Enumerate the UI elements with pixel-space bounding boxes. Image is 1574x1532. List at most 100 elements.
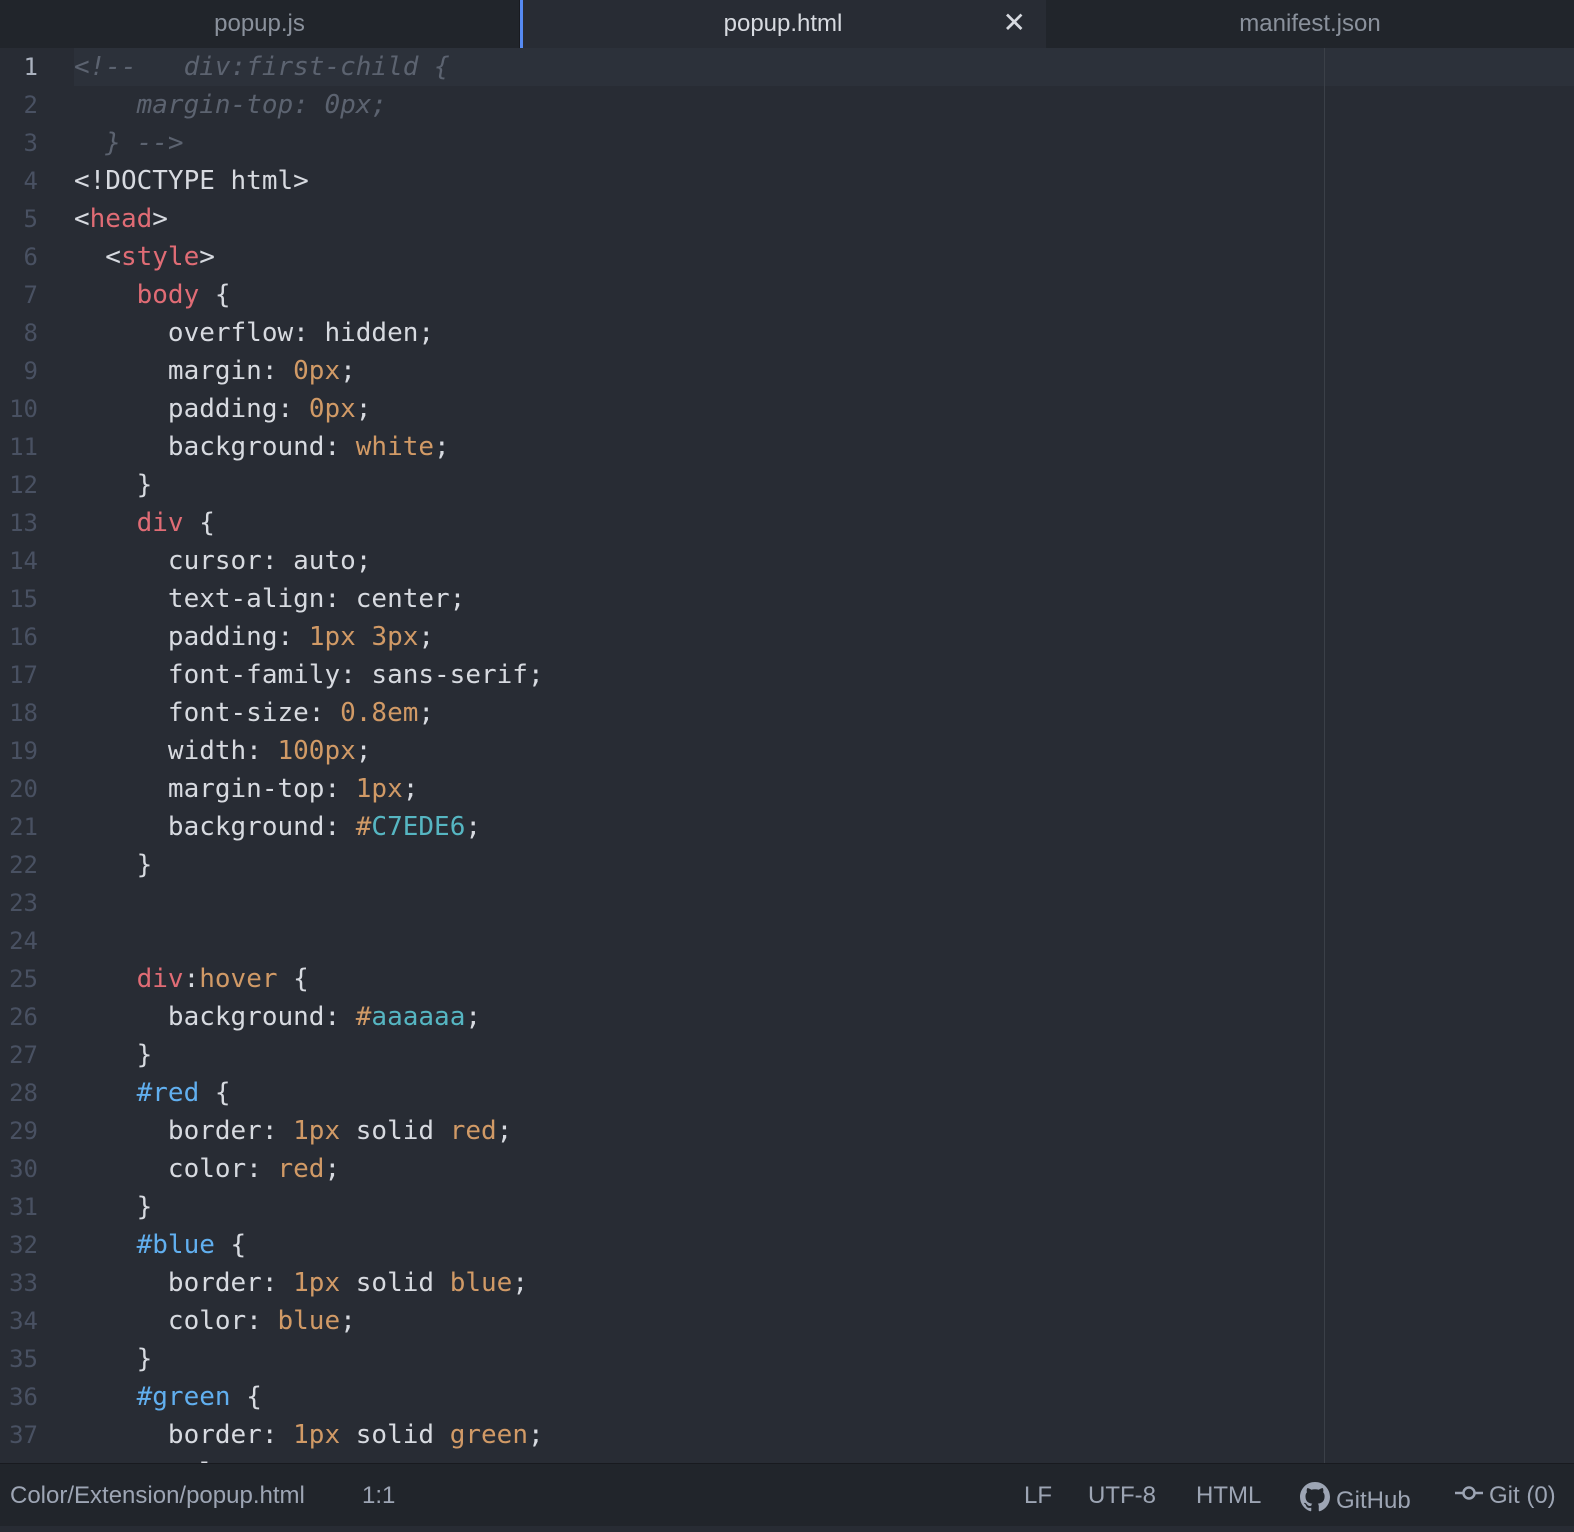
status-bar: Color/Extension/popup.html 1:1 LF UTF-8 … bbox=[0, 1463, 1574, 1526]
code-text: } bbox=[74, 1340, 153, 1378]
code-line[interactable]: 31 } bbox=[0, 1188, 1574, 1226]
code-line[interactable]: 19 width: 100px; bbox=[0, 732, 1574, 770]
code-line[interactable]: 18 font-size: 0.8em; bbox=[0, 694, 1574, 732]
tab-label: popup.html bbox=[723, 10, 843, 37]
cursor-position[interactable]: 1:1 bbox=[362, 1482, 395, 1510]
code-line[interactable]: 28 #red { bbox=[0, 1074, 1574, 1112]
tab-popup-html[interactable]: popup.html ✕ bbox=[520, 0, 1046, 48]
code-line[interactable]: 38 color: green; bbox=[0, 1454, 1574, 1463]
code-line[interactable]: 15 text-align: center; bbox=[0, 580, 1574, 618]
code-token: background: bbox=[74, 432, 356, 462]
code-token: hover bbox=[199, 964, 278, 994]
github-button[interactable]: GitHub bbox=[1300, 1482, 1411, 1519]
line-number: 22 bbox=[9, 851, 38, 879]
code-token: margin-top: bbox=[74, 774, 356, 804]
code-token: font-size: bbox=[74, 698, 341, 728]
code-line[interactable]: 11 background: white; bbox=[0, 428, 1574, 466]
code-line[interactable]: 12 } bbox=[0, 466, 1574, 504]
code-token: } bbox=[74, 1040, 153, 1070]
code-text: margin-top: 0px; bbox=[74, 86, 387, 124]
code-text: color: blue; bbox=[74, 1302, 356, 1340]
code-line[interactable]: 6 <style> bbox=[0, 238, 1574, 276]
code-token: 0px bbox=[293, 356, 341, 386]
line-number: 36 bbox=[9, 1383, 38, 1411]
code-line[interactable]: 7 body { bbox=[0, 276, 1574, 314]
code-token: ; bbox=[434, 432, 450, 462]
line-number: 9 bbox=[23, 357, 38, 385]
line-number: 28 bbox=[9, 1079, 38, 1107]
code-line[interactable]: 5 <head> bbox=[0, 200, 1574, 238]
code-line[interactable]: 30 color: red; bbox=[0, 1150, 1574, 1188]
code-text: background: #aaaaaa; bbox=[74, 998, 481, 1036]
code-token: padding: bbox=[74, 394, 309, 424]
code-line[interactable]: 34 color: blue; bbox=[0, 1302, 1574, 1340]
code-line[interactable]: 25 div:hover { bbox=[0, 960, 1574, 998]
code-line[interactable]: 8 overflow: hidden; bbox=[0, 314, 1574, 352]
code-line[interactable]: 24 bbox=[0, 922, 1574, 960]
line-number: 38 bbox=[0, 1454, 38, 1463]
code-line[interactable]: 13 div { bbox=[0, 504, 1574, 542]
code-text: } bbox=[74, 1036, 153, 1074]
code-token: < bbox=[74, 242, 121, 272]
code-line[interactable]: 27 } bbox=[0, 1036, 1574, 1074]
code-token: solid bbox=[340, 1268, 450, 1298]
line-number: 10 bbox=[9, 395, 38, 423]
code-token: 0px bbox=[308, 394, 356, 424]
code-text: <!-- div:first-child { bbox=[74, 48, 450, 86]
tab-manifest-json[interactable]: manifest.json bbox=[1046, 0, 1574, 48]
line-number: 5 bbox=[23, 205, 38, 233]
code-token: 1px bbox=[293, 1420, 341, 1450]
code-token: red bbox=[277, 1154, 325, 1184]
file-path[interactable]: Color/Extension/popup.html bbox=[10, 1482, 305, 1510]
code-line[interactable]: 3 } --> bbox=[0, 124, 1574, 162]
code-token: color: bbox=[74, 1306, 278, 1336]
code-line[interactable]: 17 font-family: sans-serif; bbox=[0, 656, 1574, 694]
code-line[interactable]: 16 padding: 1px 3px; bbox=[0, 618, 1574, 656]
code-line[interactable]: 29 border: 1px solid red; bbox=[0, 1112, 1574, 1150]
code-line[interactable]: 37 border: 1px solid green; bbox=[0, 1416, 1574, 1454]
code-token: 1px bbox=[355, 774, 403, 804]
tab-label: popup.js bbox=[214, 10, 305, 37]
code-token: ; bbox=[512, 1268, 528, 1298]
code-token: 100px bbox=[277, 736, 356, 766]
line-ending[interactable]: LF bbox=[1024, 1482, 1052, 1510]
code-token: { bbox=[230, 1382, 262, 1412]
code-line[interactable]: 2 margin-top: 0px; bbox=[0, 86, 1574, 124]
code-line[interactable]: 22 } bbox=[0, 846, 1574, 884]
line-number: 15 bbox=[9, 585, 38, 613]
code-line[interactable]: 33 border: 1px solid blue; bbox=[0, 1264, 1574, 1302]
git-button[interactable]: Git (0) bbox=[1455, 1482, 1556, 1510]
code-token: margin-top: 0px; bbox=[74, 90, 388, 120]
code-token: { bbox=[214, 1230, 247, 1260]
code-line[interactable]: 23 bbox=[0, 884, 1574, 922]
code-token: cursor: auto; bbox=[74, 546, 372, 576]
line-number: 25 bbox=[9, 965, 38, 993]
code-line[interactable]: 32 #blue { bbox=[0, 1226, 1574, 1264]
line-number: 34 bbox=[9, 1307, 38, 1335]
code-line[interactable]: 4 <!DOCTYPE html> bbox=[0, 162, 1574, 200]
code-line[interactable]: 36 #green { bbox=[0, 1378, 1574, 1416]
grammar-selector[interactable]: HTML bbox=[1196, 1482, 1261, 1510]
code-line[interactable]: 35 } bbox=[0, 1340, 1574, 1378]
code-line[interactable]: 1 <!-- div:first-child { bbox=[0, 48, 1574, 86]
code-line[interactable]: 21 background: #C7EDE6; bbox=[0, 808, 1574, 846]
code-editor[interactable]: 1 <!-- div:first-child {2 margin-top: 0px… bbox=[0, 48, 1574, 1463]
code-token: overflow: hidden; bbox=[74, 318, 435, 348]
code-text: } --> bbox=[74, 124, 184, 162]
code-token: } --> bbox=[74, 128, 184, 158]
line-number: 12 bbox=[9, 471, 38, 499]
tab-popup-js[interactable]: popup.js bbox=[0, 0, 520, 48]
code-line[interactable]: 10 padding: 0px; bbox=[0, 390, 1574, 428]
tab-label: manifest.json bbox=[1239, 10, 1381, 37]
close-icon[interactable]: ✕ bbox=[1003, 8, 1026, 38]
file-encoding[interactable]: UTF-8 bbox=[1088, 1482, 1156, 1510]
code-line[interactable]: 20 margin-top: 1px; bbox=[0, 770, 1574, 808]
code-token: style bbox=[120, 242, 200, 272]
code-line[interactable]: 26 background: #aaaaaa; bbox=[0, 998, 1574, 1036]
code-token: green bbox=[449, 1420, 528, 1450]
code-line[interactable]: 14 cursor: auto; bbox=[0, 542, 1574, 580]
code-line[interactable]: 9 margin: 0px; bbox=[0, 352, 1574, 390]
code-token: margin: bbox=[74, 356, 294, 386]
